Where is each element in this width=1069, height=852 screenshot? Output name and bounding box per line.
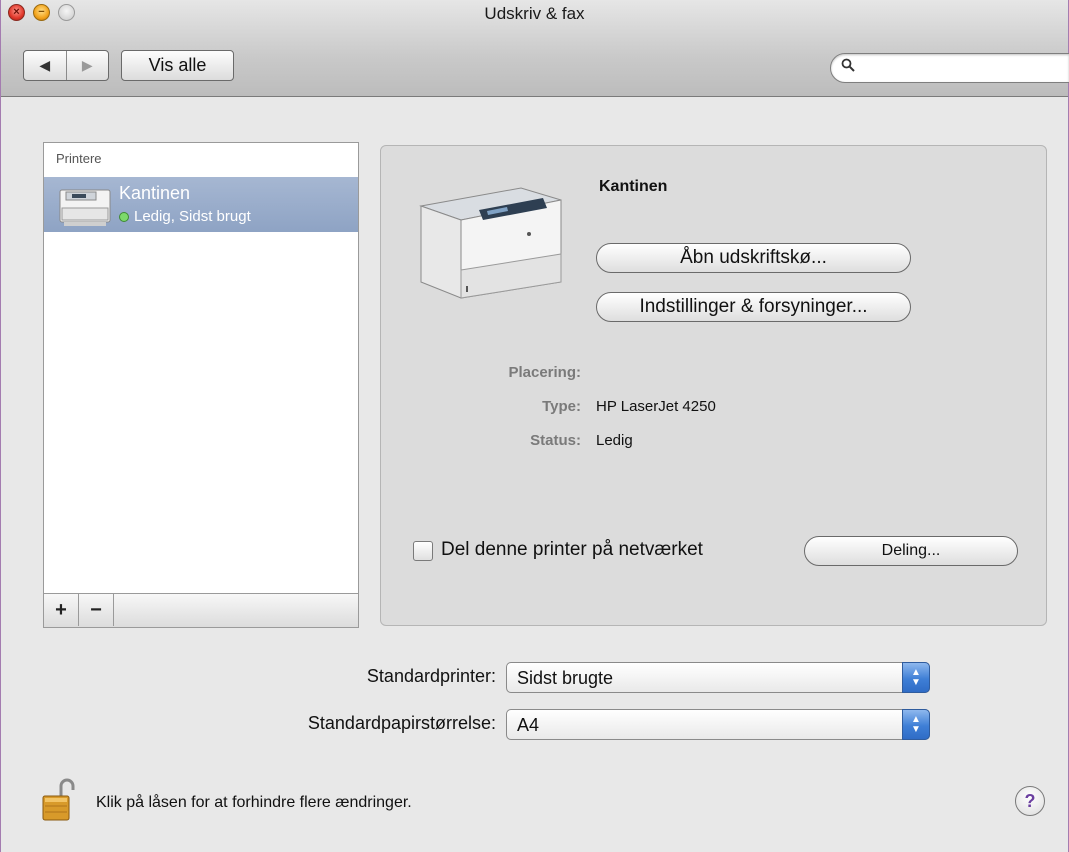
popup-arrows-icon: ▲ ▼ (902, 709, 930, 740)
printer-name: Kantinen (119, 183, 191, 203)
printer-list-item[interactable]: Kantinen Ledig, Sidst brugt (44, 177, 358, 232)
printer-list-toolbar: + − (44, 593, 358, 627)
printer-thumbnail-icon (56, 182, 114, 228)
status-dot-icon (119, 212, 129, 223)
default-printer-value: Sidst brugte (517, 668, 614, 688)
default-printer-label: Standardprinter: (366, 666, 496, 686)
lock-message: Klik på låsen for at forhindre flere ænd… (96, 794, 412, 811)
status-label: Status: (530, 432, 581, 449)
sharing-button[interactable]: Deling... (804, 536, 1018, 566)
printer-status: Ledig, Sidst brugt (119, 208, 251, 225)
options-supplies-button[interactable]: Indstillinger & forsyninger... (596, 292, 911, 322)
detail-printer-name: Kantinen (599, 178, 668, 195)
printer-image (411, 178, 567, 308)
popup-arrows-icon: ▲ ▼ (902, 662, 930, 693)
back-forward-control: ◀ ▶ (23, 50, 109, 81)
search-input[interactable] (861, 57, 1065, 81)
back-button[interactable]: ◀ (24, 51, 66, 80)
search-icon (841, 58, 855, 77)
help-button[interactable]: ? (1015, 786, 1045, 816)
status-value: Ledig (596, 432, 633, 449)
search-field[interactable] (830, 53, 1069, 83)
printer-list[interactable]: Printere Kantinen Ledig, Sidst brugt + − (43, 142, 359, 628)
default-paper-size-value: A4 (517, 715, 540, 735)
forward-button[interactable]: ▶ (65, 51, 109, 80)
default-paper-size-popup[interactable]: A4 ▲ ▼ (506, 709, 930, 740)
type-label: Type: (542, 398, 581, 415)
open-print-queue-button[interactable]: Åbn udskriftskø... (596, 243, 911, 273)
preferences-window: × − Udskriv & fax ◀ ▶ Vis alle Printere (0, 0, 1069, 852)
share-printer-label[interactable]: Del denne printer på netværket (441, 539, 703, 561)
remove-printer-button[interactable]: − (79, 594, 114, 626)
forward-arrow-icon: ▶ (81, 57, 93, 73)
location-label: Placering: (508, 364, 581, 381)
printer-status-text: Ledig, Sidst brugt (134, 208, 251, 225)
default-printer-popup[interactable]: Sidst brugte ▲ ▼ (506, 662, 930, 693)
show-all-button[interactable]: Vis alle (121, 50, 234, 81)
printer-detail-panel: Kantinen Åbn udskriftskø... Indstillinge… (380, 145, 1047, 626)
window-title: Udskriv & fax (484, 4, 585, 23)
back-arrow-icon: ◀ (39, 57, 51, 73)
default-paper-size-label: Standardpapirstørrelse: (307, 713, 496, 733)
add-printer-button[interactable]: + (44, 594, 79, 626)
toolbar: × − Udskriv & fax ◀ ▶ Vis alle (1, 0, 1069, 97)
share-printer-checkbox[interactable] (413, 541, 433, 561)
printer-list-header: Printere (56, 151, 102, 166)
type-value: HP LaserJet 4250 (596, 398, 716, 415)
lock-icon[interactable] (41, 776, 77, 822)
